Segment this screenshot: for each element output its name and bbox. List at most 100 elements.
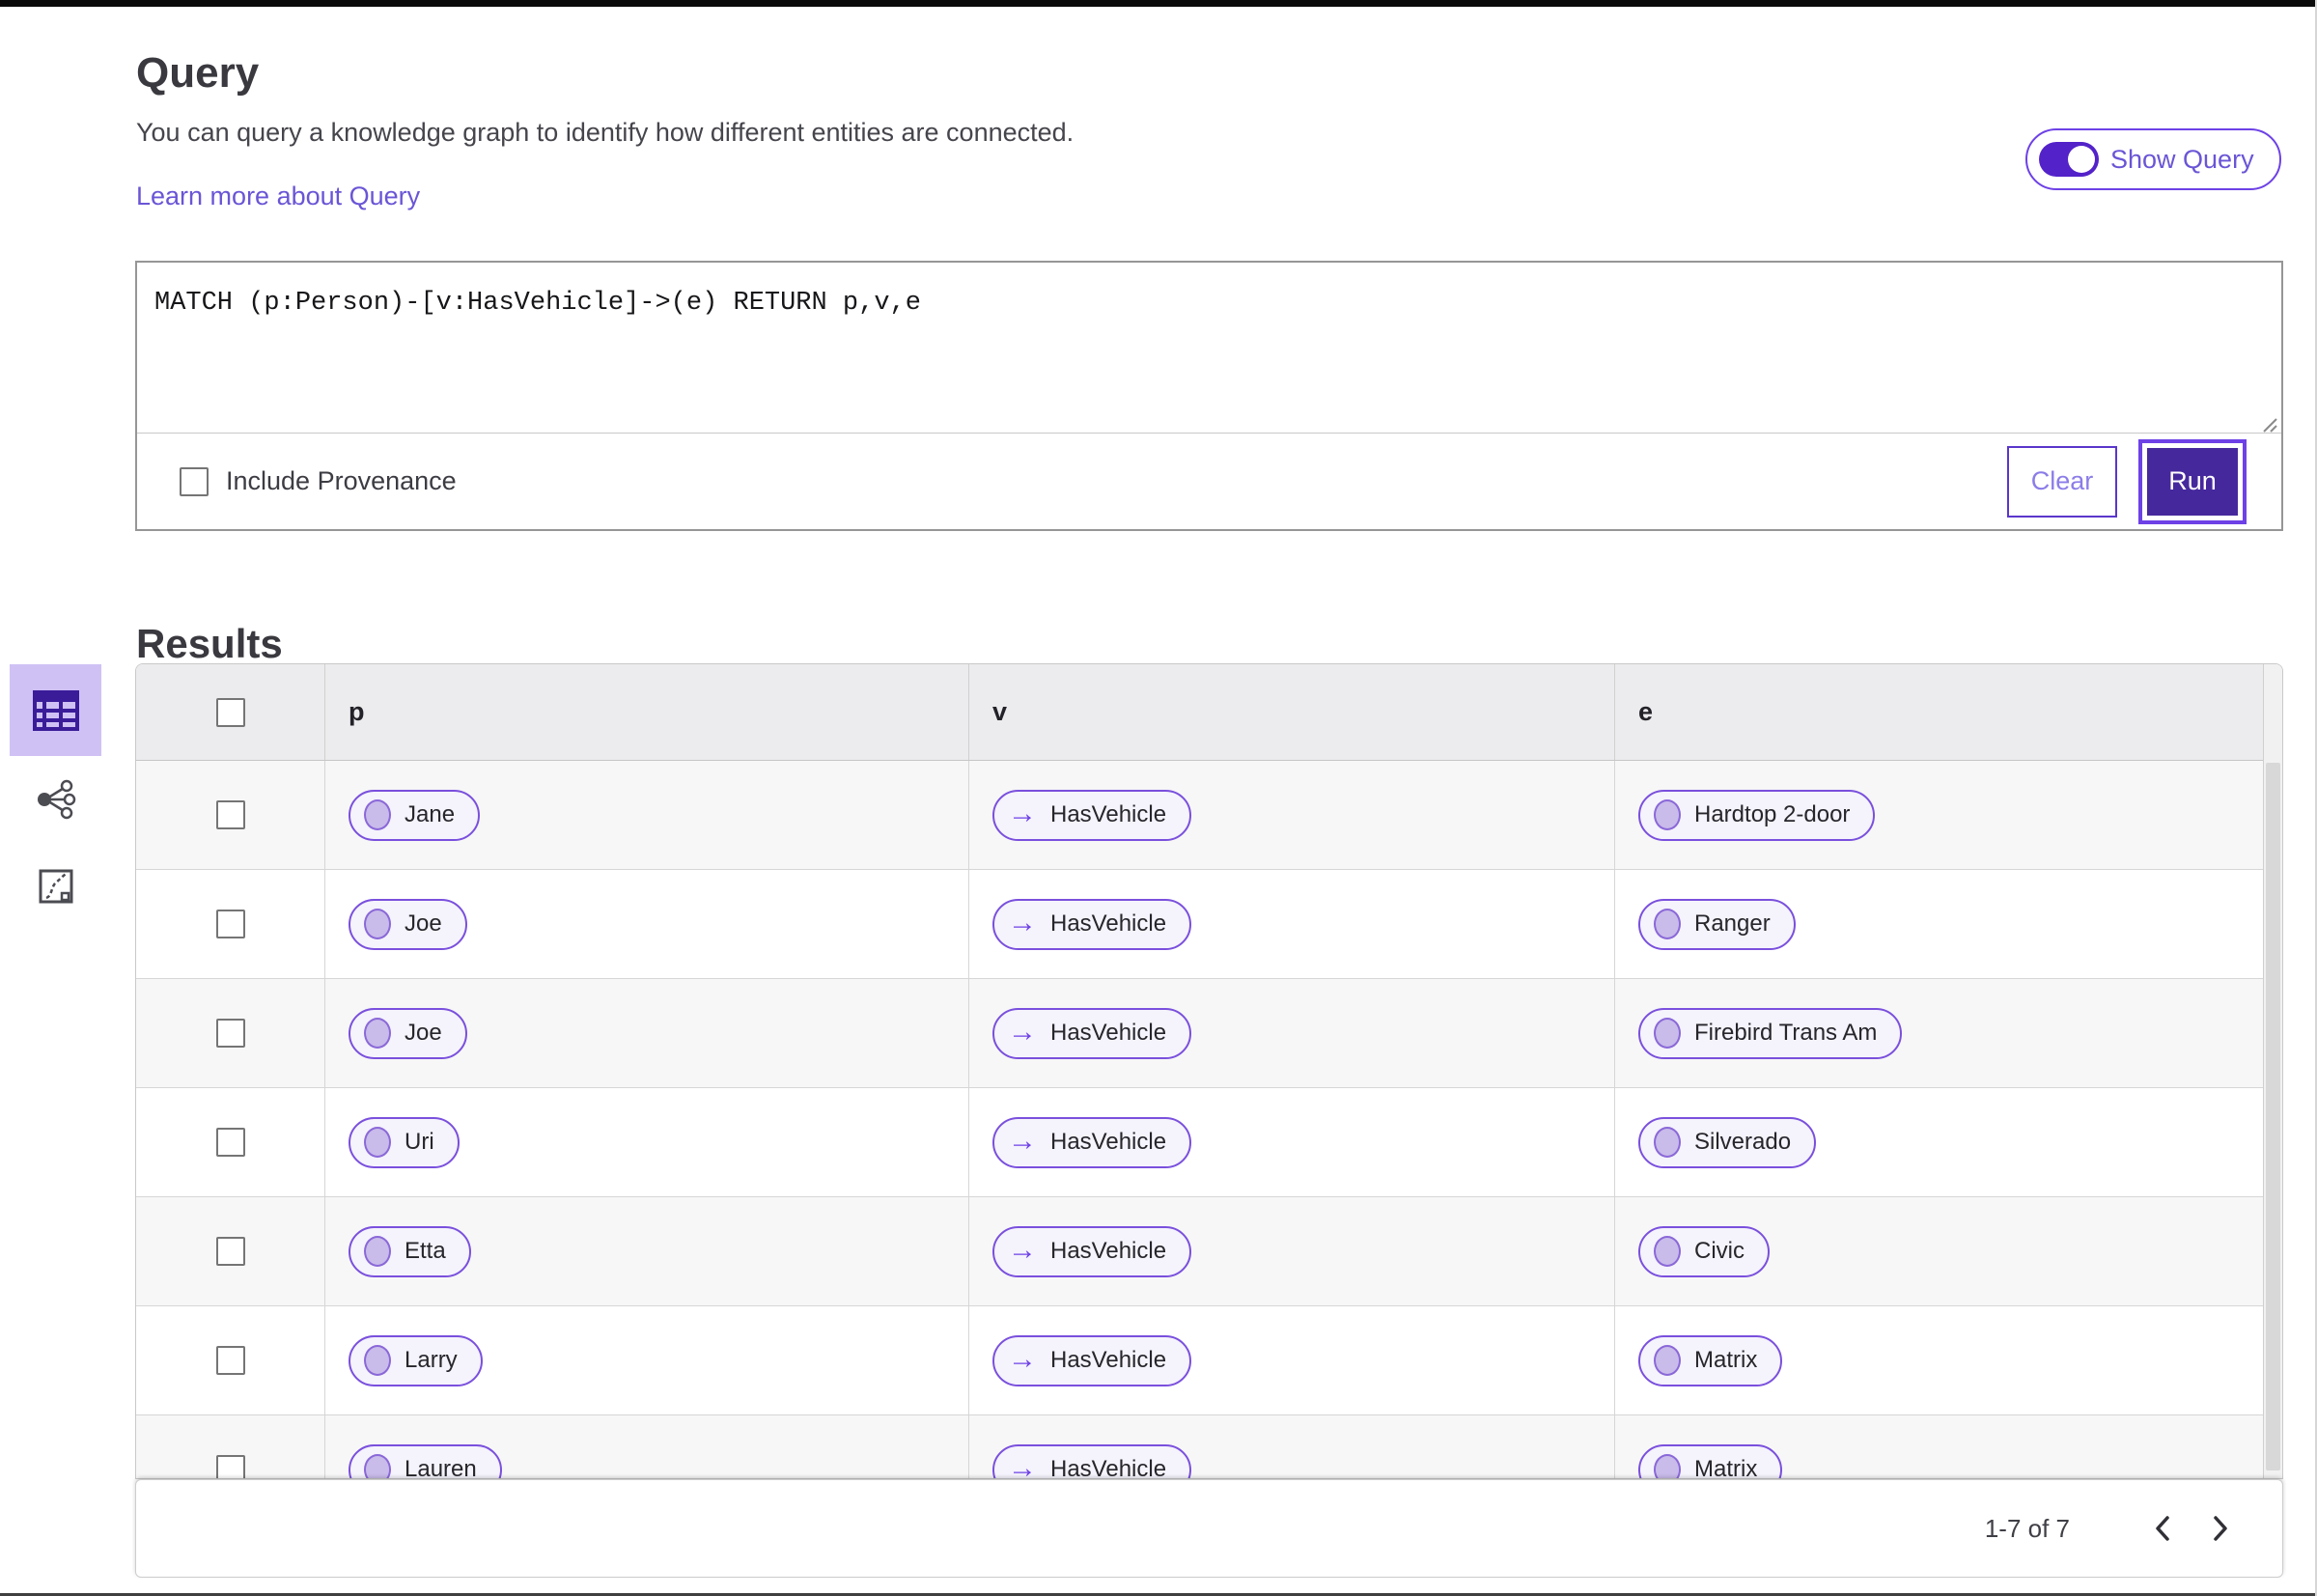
textarea-resize-handle[interactable] [2258,415,2277,433]
toggle-on-icon[interactable] [2039,142,2099,177]
row-checkbox[interactable] [215,1128,245,1157]
row-checkbox[interactable] [215,910,245,938]
edge-arrow-icon: → [1008,1343,1037,1375]
tab-chart-view[interactable] [10,843,101,930]
row-checkbox[interactable] [215,1346,245,1375]
edge-pill[interactable]: → HasVehicle [992,1116,1192,1168]
node-pill-label: Etta [405,1238,446,1264]
node-icon [364,1454,391,1478]
row-checkbox[interactable] [215,1237,245,1266]
row-checkbox-cell [136,1197,325,1305]
node-icon [1654,1236,1681,1267]
edge-pill[interactable]: → HasVehicle [992,1443,1192,1478]
node-pill[interactable]: Silverado [1638,1116,1817,1168]
cell-e: Matrix [1615,1306,2263,1414]
results-title: Results [136,620,283,666]
cell-v: → HasVehicle [969,1088,1615,1196]
show-query-toggle-label: Show Query [2110,144,2254,174]
row-checkbox-cell [136,1088,325,1196]
select-all-checkbox[interactable] [215,697,245,727]
node-pill-label: Civic [1694,1238,1745,1264]
node-pill-label: Matrix [1694,1456,1758,1479]
previous-page-button[interactable] [2134,1504,2191,1553]
node-pill-label: Joe [405,1020,442,1046]
table-row: Jane → HasVehicle Hardtop 2-door [136,761,2282,870]
table-scrollbar[interactable] [2263,664,2282,1478]
toggle-knob[interactable] [2068,146,2095,173]
graph-view-icon [37,779,75,820]
node-icon [1654,1345,1681,1376]
column-header-v: v [969,664,1615,760]
edge-pill[interactable]: → HasVehicle [992,898,1192,950]
node-pill[interactable]: Joe [349,1007,467,1059]
include-provenance-checkbox[interactable] [180,466,209,496]
edge-pill[interactable]: → HasVehicle [992,1225,1192,1277]
include-provenance-label: Include Provenance [226,466,457,495]
row-checkbox-cell [136,1415,325,1478]
cell-e: Ranger [1615,870,2263,978]
edge-pill-label: HasVehicle [1050,1347,1167,1373]
next-page-button[interactable] [2191,1504,2249,1553]
table-row: Lauren → HasVehicle Matrix [136,1415,2282,1479]
node-pill[interactable]: Jane [349,789,481,841]
edge-pill[interactable]: → HasVehicle [992,1334,1192,1386]
clear-button[interactable]: Clear [2007,445,2117,518]
cell-v: → HasVehicle [969,1197,1615,1305]
row-checkbox[interactable] [215,800,245,829]
results-table: p v e Jane → HasVehicle Hardtop 2-door J… [135,663,2283,1479]
node-pill-label: Joe [405,910,442,937]
chevron-right-icon [2214,1516,2227,1541]
edge-pill[interactable]: → HasVehicle [992,1007,1192,1059]
table-row: Etta → HasVehicle Civic [136,1197,2282,1306]
node-pill[interactable]: Lauren [349,1443,502,1478]
node-pill[interactable]: Civic [1638,1225,1770,1277]
pagination-range-label: 1-7 of 7 [1984,1513,2070,1543]
learn-more-link[interactable]: Learn more about Query [136,182,420,211]
node-icon [1654,909,1681,939]
node-icon [364,1236,391,1267]
node-pill[interactable]: Matrix [1638,1334,1783,1386]
cell-v: → HasVehicle [969,1306,1615,1414]
node-pill-label: Matrix [1694,1347,1758,1373]
query-actions-bar: Include Provenance Clear Run [137,433,2281,529]
page-title: Query [136,49,260,98]
query-text[interactable]: MATCH (p:Person)-[v:HasVehicle]->(e) RET… [137,263,2281,321]
row-checkbox-cell [136,979,325,1087]
table-row: Uri → HasVehicle Silverado [136,1088,2282,1197]
node-pill-label: Uri [405,1129,434,1155]
node-pill[interactable]: Firebird Trans Am [1638,1007,1903,1059]
node-pill[interactable]: Ranger [1638,898,1796,950]
cell-e: Civic [1615,1197,2263,1305]
row-checkbox-cell [136,870,325,978]
tab-graph-view[interactable] [10,756,101,843]
edge-pill[interactable]: → HasVehicle [992,789,1192,841]
node-icon [364,1018,391,1049]
node-icon [364,1345,391,1376]
node-pill-label: Hardtop 2-door [1694,801,1851,827]
table-row: Joe → HasVehicle Ranger [136,870,2282,979]
node-pill[interactable]: Larry [349,1334,483,1386]
node-pill-label: Larry [405,1347,458,1373]
node-pill[interactable]: Matrix [1638,1443,1783,1479]
edge-pill-label: HasVehicle [1050,1238,1167,1264]
cell-e: Hardtop 2-door [1615,761,2263,869]
edge-pill-label: HasVehicle [1050,1020,1167,1046]
run-button[interactable]: Run [2138,438,2247,524]
query-textarea[interactable]: MATCH (p:Person)-[v:HasVehicle]->(e) RET… [137,263,2281,436]
node-pill[interactable]: Uri [349,1116,460,1168]
cell-p: Lauren [325,1415,969,1478]
node-pill[interactable]: Joe [349,898,467,950]
scrollbar-thumb[interactable] [2266,763,2280,1470]
window-top-bar [0,0,2315,7]
node-pill-label: Firebird Trans Am [1694,1020,1878,1046]
edge-pill-label: HasVehicle [1050,910,1167,937]
node-icon [364,909,391,939]
row-checkbox[interactable] [215,1455,245,1478]
node-pill[interactable]: Hardtop 2-door [1638,789,1876,841]
results-table-body: Jane → HasVehicle Hardtop 2-door Joe → H… [136,761,2282,1479]
row-checkbox[interactable] [215,1019,245,1048]
tab-table-view[interactable] [10,664,101,756]
node-pill[interactable]: Etta [349,1225,471,1277]
cell-v: → HasVehicle [969,1415,1615,1478]
show-query-toggle[interactable]: Show Query [2025,128,2281,190]
